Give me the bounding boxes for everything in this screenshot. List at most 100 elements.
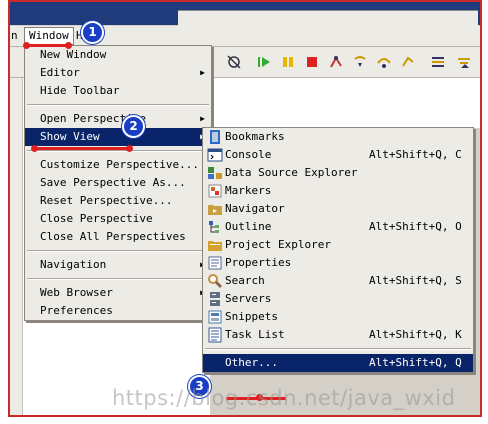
submenu-arrow-icon: ▶ xyxy=(200,68,205,77)
window-menu-item-customize-perspective[interactable]: Customize Perspective... xyxy=(25,156,211,174)
show-view-item-task-list[interactable]: Task List Alt+Shift+Q, K xyxy=(203,326,473,344)
window-menu-item-close-all-perspectives[interactable]: Close All Perspectives xyxy=(25,228,211,246)
title-bar xyxy=(10,2,480,26)
show-view-item-project-explorer[interactable]: Project Explorer xyxy=(203,236,473,254)
menu-item-shortcut: Alt+Shift+Q, K xyxy=(369,328,462,341)
menu-item-shortcut: Alt+Shift+Q, Q xyxy=(369,356,462,369)
window-menu-item-reset-perspective[interactable]: Reset Perspective... xyxy=(25,192,211,210)
window-menu-item-hide-toolbar[interactable]: Hide Toolbar xyxy=(25,82,211,100)
editor-gutter xyxy=(10,78,23,415)
show-view-item-other[interactable]: Other... Alt+Shift+Q, Q xyxy=(203,354,473,372)
annotation-underline-window xyxy=(26,44,68,47)
annotation-dot xyxy=(65,42,72,49)
watermark-text: https://blog.csdn.net/java_wxid xyxy=(112,386,456,410)
menu-item-label: Other... xyxy=(225,356,278,369)
navigator-icon xyxy=(208,205,222,215)
show-view-item-snippets[interactable]: Snippets xyxy=(203,308,473,326)
view-area xyxy=(210,78,480,128)
menu-item-label: Save Perspective As... xyxy=(40,176,186,189)
menu-item-label: Reset Perspective... xyxy=(40,194,173,207)
suspend-icon[interactable] xyxy=(280,54,296,70)
window-menu: New Window Editor ▶ Hide Toolbar Open Perspe… xyxy=(24,45,212,321)
annotation-dot xyxy=(126,145,133,152)
menu-item-label: Close Perspective xyxy=(40,212,153,225)
menu-item-shortcut: Alt+Shift+Q, C xyxy=(369,148,462,161)
step-into-icon[interactable] xyxy=(352,54,368,70)
menu-item-label: Customize Perspective... xyxy=(40,158,199,171)
window-menu-item-preferences[interactable]: Preferences xyxy=(25,302,211,320)
annotation-step-1-badge: 1 xyxy=(81,21,104,44)
menu-item-label: Preferences xyxy=(40,304,113,317)
menu-separator xyxy=(205,348,471,350)
menu-item-label: Snippets xyxy=(225,310,278,323)
menu-item-shortcut: Alt+Shift+Q, S xyxy=(369,274,462,287)
menu-item-label: Bookmarks xyxy=(225,130,285,143)
drop-to-frame-icon[interactable] xyxy=(430,54,446,70)
menu-item-label: Search xyxy=(225,274,265,287)
skip-breakpoints-icon[interactable] xyxy=(226,54,242,70)
show-view-item-markers[interactable]: Markers xyxy=(203,182,473,200)
window-menu-item-new-window[interactable]: New Window xyxy=(25,46,211,64)
menu-item-label: Editor xyxy=(40,66,80,79)
show-view-item-search[interactable]: Search Alt+Shift+Q, S xyxy=(203,272,473,290)
menu-item-label: Data Source Explorer xyxy=(225,166,358,179)
search-icon xyxy=(208,274,223,289)
submenu-arrow-icon: ▶ xyxy=(200,114,205,123)
menu-item-label: Console xyxy=(225,148,272,161)
console-icon xyxy=(207,148,223,162)
menu-separator xyxy=(27,150,209,152)
menu-separator xyxy=(27,278,209,280)
menu-partial-left[interactable]: n xyxy=(11,29,18,42)
window-menu-item-editor[interactable]: Editor ▶ xyxy=(25,64,211,82)
show-view-submenu: Bookmarks Console Alt+Shift+Q, C Data Sourc… xyxy=(202,127,474,373)
outline-icon xyxy=(209,221,219,233)
show-view-item-console[interactable]: Console Alt+Shift+Q, C xyxy=(203,146,473,164)
window-menu-item-web-browser[interactable]: Web Browser▶ xyxy=(25,284,211,302)
properties-icon xyxy=(208,256,222,270)
show-view-item-navigator[interactable]: Navigator xyxy=(203,200,473,218)
menu-item-label: Web Browser xyxy=(40,286,113,299)
menu-item-label: Markers xyxy=(225,184,272,197)
menu-item-label: Close All Perspectives xyxy=(40,230,186,243)
use-step-filters-icon[interactable] xyxy=(456,54,472,70)
show-view-item-properties[interactable]: Properties xyxy=(203,254,473,272)
menu-separator xyxy=(27,104,209,106)
title-bar-edge xyxy=(178,10,478,26)
annotation-dot xyxy=(31,145,38,152)
show-view-item-data-source-explorer[interactable]: Data Source Explorer xyxy=(203,164,473,182)
task-list-icon xyxy=(208,327,222,343)
menu-item-label: Properties xyxy=(225,256,292,269)
markers-icon xyxy=(208,184,222,198)
menu-item-label: Hide Toolbar xyxy=(40,84,120,97)
show-view-item-bookmarks[interactable]: Bookmarks xyxy=(203,128,473,146)
menu-separator xyxy=(27,250,209,252)
menu-item-shortcut: Alt+Shift+Q, O xyxy=(369,220,462,233)
show-view-item-servers[interactable]: Servers xyxy=(203,290,473,308)
menu-item-label: Project Explorer xyxy=(225,238,331,251)
project-explorer-icon xyxy=(208,241,222,251)
resume-icon[interactable] xyxy=(256,54,272,70)
disconnect-icon[interactable] xyxy=(328,54,344,70)
annotation-dot xyxy=(23,42,30,49)
data-source-icon xyxy=(208,167,222,179)
menu-item-label: New Window xyxy=(40,48,107,61)
menu-item-label: Servers xyxy=(225,292,272,305)
step-over-icon[interactable] xyxy=(376,54,392,70)
menu-item-label: Navigator xyxy=(225,202,285,215)
terminate-icon[interactable] xyxy=(304,54,320,70)
snippets-icon xyxy=(208,310,222,324)
menu-item-label: Outline xyxy=(225,220,272,233)
show-view-item-outline[interactable]: Outline Alt+Shift+Q, O xyxy=(203,218,473,236)
window-menu-item-close-perspective[interactable]: Close Perspective xyxy=(25,210,211,228)
window-menu-item-navigation[interactable]: Navigation▶ xyxy=(25,256,211,274)
window-menu-item-open-perspective[interactable]: Open Perspective ▶ xyxy=(25,110,211,128)
menu-item-label: Navigation xyxy=(40,258,107,271)
annotation-underline-show-view xyxy=(34,147,130,150)
bookmarks-icon xyxy=(210,130,220,144)
window-menu-item-show-view[interactable]: Show View▶ xyxy=(25,128,211,146)
annotation-step-2-badge: 2 xyxy=(122,115,145,138)
menu-item-label: Show View xyxy=(40,130,100,143)
step-return-icon[interactable] xyxy=(400,54,416,70)
window-menu-item-save-perspective-as[interactable]: Save Perspective As... xyxy=(25,174,211,192)
servers-icon xyxy=(210,292,220,306)
